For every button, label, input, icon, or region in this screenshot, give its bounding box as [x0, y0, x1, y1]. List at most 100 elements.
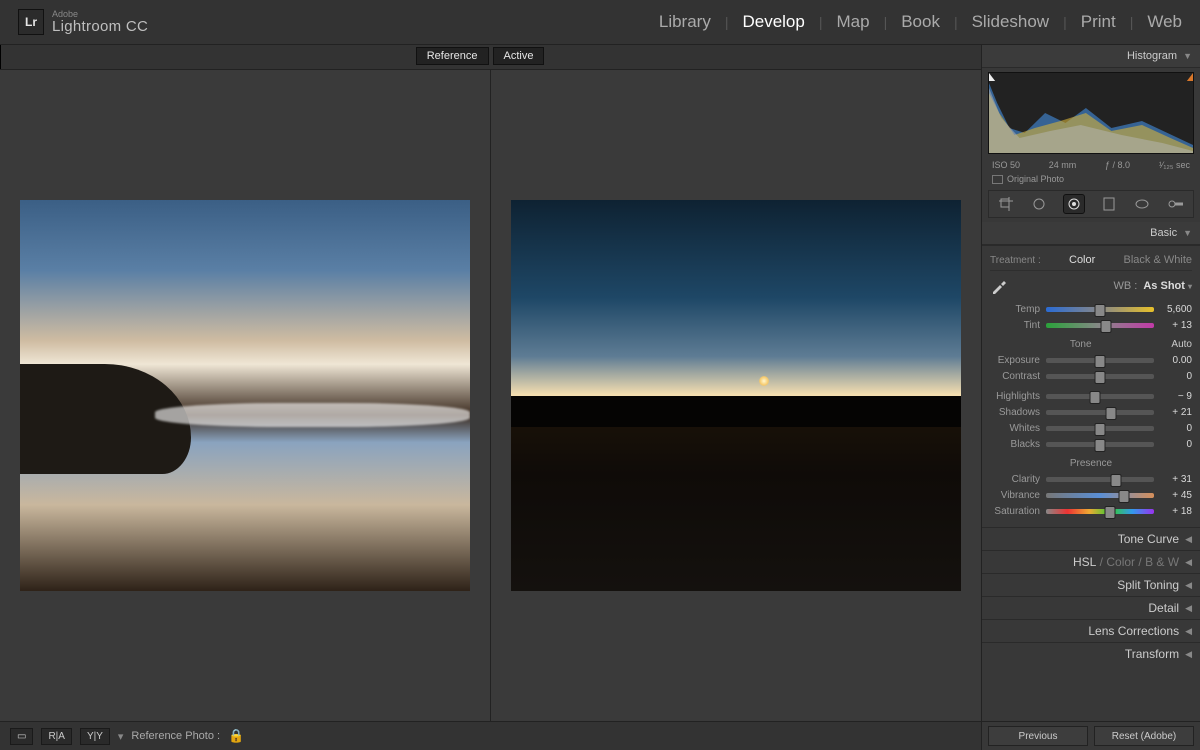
- crop-tool-icon[interactable]: [996, 195, 1016, 213]
- histogram-display[interactable]: [988, 72, 1194, 154]
- slider-value[interactable]: 0: [1160, 439, 1192, 450]
- slider-contrast[interactable]: Contrast0: [990, 368, 1192, 384]
- view-mode-single-icon[interactable]: ▭: [10, 728, 33, 745]
- slider-track[interactable]: [1046, 323, 1154, 328]
- wb-dropdown[interactable]: As Shot ▾: [1143, 280, 1192, 292]
- slider-value[interactable]: 0.00: [1160, 355, 1192, 366]
- redeye-tool-icon[interactable]: [1063, 194, 1085, 214]
- basic-header[interactable]: Basic ▼: [982, 222, 1200, 245]
- treatment-row: Treatment : Color Black & White: [990, 250, 1192, 271]
- slider-track[interactable]: [1046, 307, 1154, 312]
- right-panel: Histogram ▼ ISO 50 24 mm ƒ / 8.0 ¹⁄₁₂₅ s…: [981, 45, 1200, 750]
- slider-highlights[interactable]: Highlights− 9: [990, 388, 1192, 404]
- logo-badge-icon: Lr: [18, 9, 44, 35]
- slider-exposure[interactable]: Exposure0.00: [990, 352, 1192, 368]
- original-photo-toggle[interactable]: Original Photo: [982, 172, 1200, 186]
- active-label-chip: Active: [493, 47, 545, 65]
- slider-thumb[interactable]: [1118, 490, 1129, 503]
- slider-label: Clarity: [990, 474, 1040, 485]
- bw-tab[interactable]: B & W: [1145, 555, 1179, 569]
- slider-thumb[interactable]: [1104, 506, 1115, 519]
- slider-track[interactable]: [1046, 358, 1154, 363]
- eyedropper-icon[interactable]: [990, 277, 1008, 295]
- lock-icon[interactable]: 🔒: [228, 728, 244, 744]
- active-photo: [511, 200, 962, 591]
- slider-value[interactable]: + 18: [1160, 506, 1192, 517]
- slider-value[interactable]: 5,600: [1160, 304, 1192, 315]
- treatment-color[interactable]: Color: [1069, 254, 1095, 266]
- slider-value[interactable]: + 21: [1160, 407, 1192, 418]
- view-mode-yy[interactable]: Y|Y: [80, 728, 110, 745]
- slider-thumb[interactable]: [1095, 304, 1106, 317]
- color-tab[interactable]: Color: [1106, 555, 1135, 569]
- reference-photo: [20, 200, 471, 591]
- slider-track[interactable]: [1046, 493, 1154, 498]
- treatment-bw[interactable]: Black & White: [1124, 254, 1192, 266]
- module-map[interactable]: Map: [836, 12, 869, 32]
- slider-whites[interactable]: Whites0: [990, 420, 1192, 436]
- slider-track[interactable]: [1046, 477, 1154, 482]
- slider-value[interactable]: + 31: [1160, 474, 1192, 485]
- panel-lens-corrections[interactable]: Lens Corrections◀: [982, 619, 1200, 642]
- slider-thumb[interactable]: [1089, 391, 1100, 404]
- slider-thumb[interactable]: [1105, 407, 1116, 420]
- slider-track[interactable]: [1046, 426, 1154, 431]
- slider-value[interactable]: − 9: [1160, 391, 1192, 402]
- reset-button[interactable]: Reset (Adobe): [1094, 726, 1194, 746]
- slider-clarity[interactable]: Clarity + 31: [990, 471, 1192, 487]
- slider-thumb[interactable]: [1095, 371, 1106, 384]
- pane-labels: Reference Active: [0, 45, 981, 69]
- slider-thumb[interactable]: [1095, 423, 1106, 436]
- slider-track[interactable]: [1046, 509, 1154, 514]
- slider-track[interactable]: [1046, 374, 1154, 379]
- module-slideshow[interactable]: Slideshow: [972, 12, 1050, 32]
- slider-track[interactable]: [1046, 410, 1154, 415]
- view-mode-dropdown-icon[interactable]: ▾: [118, 730, 124, 743]
- spot-tool-icon[interactable]: [1029, 195, 1049, 213]
- slider-thumb[interactable]: [1101, 320, 1112, 333]
- slider-saturation[interactable]: Saturation+ 18: [990, 503, 1192, 519]
- view-mode-ra[interactable]: R|A: [41, 728, 72, 745]
- slider-temp[interactable]: Temp5,600: [990, 301, 1192, 317]
- panel-transform[interactable]: Transform◀: [982, 642, 1200, 665]
- panel-detail[interactable]: Detail◀: [982, 596, 1200, 619]
- gradient-tool-icon[interactable]: [1099, 195, 1119, 213]
- slider-thumb[interactable]: [1095, 439, 1106, 452]
- divider: |: [1130, 14, 1134, 30]
- divider: |: [725, 14, 729, 30]
- module-print[interactable]: Print: [1081, 12, 1116, 32]
- previous-button[interactable]: Previous: [988, 726, 1088, 746]
- module-web[interactable]: Web: [1147, 12, 1182, 32]
- radial-tool-icon[interactable]: [1132, 195, 1152, 213]
- app-window: Lr Adobe Lightroom CC Library| Develop| …: [0, 0, 1200, 750]
- slider-shadows[interactable]: Shadows+ 21: [990, 404, 1192, 420]
- slider-thumb[interactable]: [1095, 355, 1106, 368]
- slider-value[interactable]: 0: [1160, 371, 1192, 382]
- slider-value[interactable]: + 13: [1160, 320, 1192, 331]
- module-library[interactable]: Library: [659, 12, 711, 32]
- module-book[interactable]: Book: [901, 12, 940, 32]
- slider-label: Tint: [990, 320, 1040, 331]
- panel-split-toning[interactable]: Split Toning◀: [982, 573, 1200, 596]
- slider-track[interactable]: [1046, 394, 1154, 399]
- slider-track[interactable]: [1046, 442, 1154, 447]
- slider-blacks[interactable]: Blacks0: [990, 436, 1192, 452]
- app-name: Lightroom CC: [52, 19, 148, 34]
- divider: |: [819, 14, 823, 30]
- histogram-header[interactable]: Histogram ▼: [982, 45, 1200, 68]
- auto-tone-button[interactable]: Auto: [1171, 339, 1192, 350]
- reference-pane[interactable]: [0, 70, 491, 721]
- slider-value[interactable]: 0: [1160, 423, 1192, 434]
- panel-hsl[interactable]: HSL / Color / B & W ◀: [982, 550, 1200, 573]
- reference-label-chip: Reference: [416, 47, 489, 65]
- active-pane[interactable]: [491, 70, 981, 721]
- slider-tint[interactable]: Tint + 13: [990, 317, 1192, 333]
- module-develop[interactable]: Develop: [742, 12, 804, 32]
- app-logo: Lr Adobe Lightroom CC: [18, 9, 148, 35]
- slider-thumb[interactable]: [1111, 474, 1122, 487]
- hsl-tab[interactable]: HSL: [1073, 555, 1096, 569]
- panel-tone-curve[interactable]: Tone Curve◀: [982, 527, 1200, 550]
- brush-tool-icon[interactable]: [1166, 195, 1186, 213]
- slider-value[interactable]: + 45: [1160, 490, 1192, 501]
- slider-vibrance[interactable]: Vibrance+ 45: [990, 487, 1192, 503]
